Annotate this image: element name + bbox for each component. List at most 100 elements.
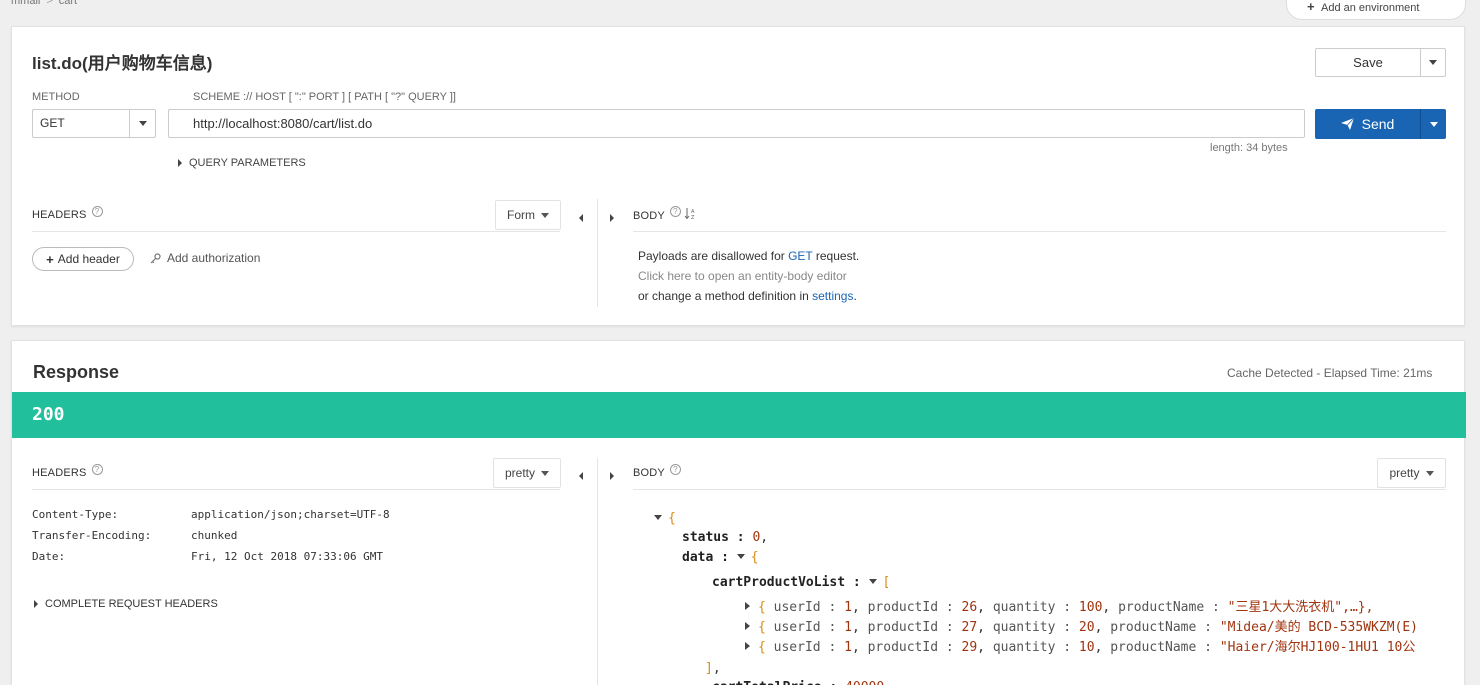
response-body-label: BODY xyxy=(633,467,665,479)
chevron-down-icon xyxy=(1429,121,1438,127)
json-string: "Haier/海尔HJ100-1HU1 10公 xyxy=(1219,640,1416,655)
method-select[interactable]: GET xyxy=(32,109,156,138)
expand-right-button[interactable] xyxy=(610,469,621,483)
response-body-mode-select[interactable]: pretty xyxy=(1377,458,1446,488)
chevron-right-icon[interactable] xyxy=(745,622,750,630)
json-number: 1 xyxy=(844,620,852,635)
json-number: 20 xyxy=(1078,620,1095,635)
response-body-heading: BODY ? xyxy=(633,463,681,479)
json-number: 27 xyxy=(961,620,978,635)
help-icon[interactable]: ? xyxy=(91,463,103,475)
caret-left-icon xyxy=(579,472,583,480)
add-environment-label: Add an environment xyxy=(1321,2,1420,14)
header-row: Content-Type: application/json;charset=UT… xyxy=(32,508,390,529)
complete-request-headers-toggle[interactable]: COMPLETE REQUEST HEADERS xyxy=(34,598,218,610)
query-parameters-toggle[interactable]: QUERY PARAMETERS xyxy=(178,157,306,169)
header-row: Date: Fri, 12 Oct 2018 07:33:06 GMT xyxy=(32,550,390,571)
chevron-right-icon[interactable] xyxy=(745,642,750,650)
expand-right-button[interactable] xyxy=(610,211,621,225)
plus-icon: + xyxy=(46,251,54,267)
caret-right-icon xyxy=(610,214,614,222)
json-status-line: status : 0, xyxy=(682,530,769,545)
help-icon[interactable]: ? xyxy=(669,206,681,217)
body-msg-text: request. xyxy=(812,249,860,263)
json-key: data xyxy=(682,550,714,565)
headers-mode-select[interactable]: Form xyxy=(495,200,561,230)
divider xyxy=(633,231,1446,232)
url-input[interactable]: http://localhost:8080/cart/list.do xyxy=(168,109,1305,138)
body-msg-text: or change a method definition in xyxy=(638,289,813,303)
send-options-button[interactable] xyxy=(1421,109,1446,139)
caret-left-icon xyxy=(579,214,583,222)
chevron-right-icon[interactable] xyxy=(745,602,750,610)
request-body-heading: BODY ? AZ xyxy=(633,206,698,222)
json-list-close: ], xyxy=(705,661,721,676)
json-number: 26 xyxy=(961,600,978,615)
url-length-note: length: 34 bytes xyxy=(1210,142,1288,154)
json-root-line[interactable]: { xyxy=(654,509,676,529)
sort-icon[interactable]: AZ xyxy=(684,207,698,220)
method-definition-message: or change a method definition in setting… xyxy=(638,289,857,303)
response-panel: Response Cache Detected - Elapsed Time: … xyxy=(11,340,1466,685)
body-msg-text: Payloads are disallowed for xyxy=(638,249,789,263)
json-number: 40000 xyxy=(845,680,884,685)
chevron-down-icon xyxy=(1429,60,1437,65)
query-parameters-label: QUERY PARAMETERS xyxy=(189,157,306,169)
add-environment-button[interactable]: + Add an environment xyxy=(1286,0,1466,20)
chevron-down-icon xyxy=(1425,470,1434,476)
json-data-line[interactable]: data : { xyxy=(682,548,759,568)
breadcrumb-separator: > xyxy=(46,0,53,7)
json-key: cartProductVoList xyxy=(712,575,846,590)
panel-divider[interactable] xyxy=(597,458,598,685)
response-headers-mode-value: pretty xyxy=(504,466,535,480)
json-list-item[interactable]: { userId : 1, productId : 27, quantity :… xyxy=(745,618,1418,638)
header-row: Transfer-Encoding: chunked xyxy=(32,529,390,550)
chevron-down-icon xyxy=(138,121,147,126)
add-authorization-button[interactable]: Add authorization xyxy=(150,251,260,265)
request-headers-label: HEADERS xyxy=(32,209,87,221)
header-key: Content-Type: xyxy=(32,508,119,521)
help-icon[interactable]: ? xyxy=(669,463,681,475)
method-label: METHOD xyxy=(32,91,80,103)
cache-note: Cache Detected - Elapsed Time: 21ms xyxy=(1227,366,1433,380)
send-label: Send xyxy=(1361,116,1395,132)
request-title[interactable]: list.do(用户购物车信息) xyxy=(32,49,212,74)
save-button[interactable]: Save xyxy=(1316,49,1421,76)
method-link[interactable]: GET xyxy=(788,249,812,263)
add-header-label: Add header xyxy=(57,252,120,266)
chevron-down-icon[interactable] xyxy=(868,579,877,584)
response-headers-mode-select[interactable]: pretty xyxy=(493,458,561,488)
chevron-down-icon[interactable] xyxy=(736,554,745,559)
method-dropdown-toggle[interactable] xyxy=(130,110,155,137)
chevron-down-icon xyxy=(541,212,549,218)
help-icon[interactable]: ? xyxy=(91,205,103,217)
json-list-line[interactable]: cartProductVoList : [ xyxy=(712,573,890,593)
panel-divider[interactable] xyxy=(597,199,598,307)
response-body-mode-value: pretty xyxy=(1389,466,1420,480)
json-string: "三星1大大洗衣机",…}, xyxy=(1227,600,1374,615)
json-list-item[interactable]: { userId : 1, productId : 29, quantity :… xyxy=(745,638,1415,658)
header-value: Fri, 12 Oct 2018 07:33:06 GMT xyxy=(191,550,384,563)
collapse-left-button[interactable] xyxy=(579,211,583,225)
breadcrumb-folder[interactable]: cart xyxy=(59,0,77,7)
json-list-item[interactable]: { userId : 1, productId : 26, quantity :… xyxy=(745,598,1373,618)
json-number: 1 xyxy=(844,600,852,615)
send-button[interactable]: Send xyxy=(1315,109,1421,139)
body-disallowed-message: Payloads are disallowed for GET request. xyxy=(638,249,859,263)
settings-link[interactable]: settings xyxy=(812,289,853,303)
json-number: 10 xyxy=(1078,640,1095,655)
json-number: 0 xyxy=(752,530,761,545)
breadcrumb-project[interactable]: mmall xyxy=(11,0,40,7)
save-button-group: Save xyxy=(1315,48,1446,77)
chevron-down-icon[interactable] xyxy=(654,515,662,520)
save-options-button[interactable] xyxy=(1421,49,1445,76)
header-value: chunked xyxy=(191,529,238,542)
chevron-down-icon xyxy=(541,470,549,476)
add-header-button[interactable]: + Add header xyxy=(32,247,134,271)
open-entity-editor-link[interactable]: Click here to open an entity-body editor xyxy=(638,269,847,283)
json-number: 29 xyxy=(961,640,978,655)
collapse-left-button[interactable] xyxy=(579,469,583,483)
svg-text:Z: Z xyxy=(691,215,695,220)
paper-plane-icon xyxy=(1340,118,1354,130)
headers-mode-value: Form xyxy=(507,208,535,222)
